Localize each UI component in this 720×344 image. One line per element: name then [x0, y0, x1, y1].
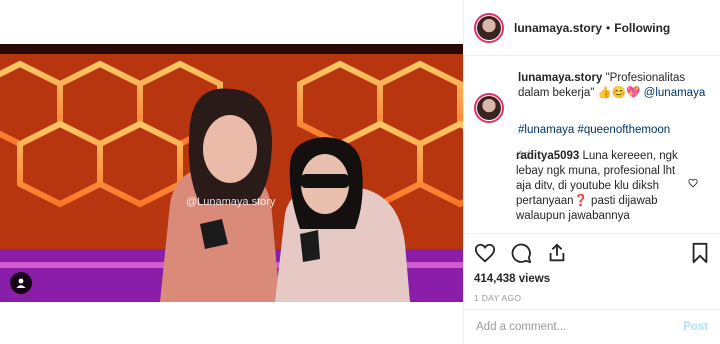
view-count[interactable]: 414,438 views [474, 273, 710, 285]
post-comment-button[interactable]: Post [683, 321, 708, 333]
share-icon[interactable] [546, 242, 568, 264]
comment-text: raditya5093 Luna kereeen, ngk lebay ngk … [516, 149, 691, 232]
video-player[interactable]: @Lunamaya.story [0, 44, 463, 302]
caption-avatar[interactable] [474, 93, 504, 123]
like-icon[interactable] [474, 242, 496, 264]
comment-input[interactable] [476, 321, 684, 333]
post-timestamp[interactable]: 1 DAY AGO [474, 293, 710, 303]
following-button[interactable]: Following [614, 21, 670, 35]
user-icon [16, 278, 26, 288]
comments-section: lunamaya.story "Profesionalitas dalam be… [464, 57, 720, 232]
tagged-users-button[interactable] [10, 272, 32, 294]
comment-item: raditya5093 Luna kereeen, ngk lebay ngk … [474, 150, 708, 232]
comment-like-icon[interactable] [688, 177, 698, 191]
author-username[interactable]: lunamaya.story [514, 21, 602, 35]
caption-hashtags[interactable]: #lunamaya #queenofthemoon [518, 123, 708, 138]
author-avatar[interactable] [474, 12, 504, 43]
post-header: lunamaya.story • Following [464, 0, 720, 56]
post-details-panel: lunamaya.story • Following lunamaya.stor… [463, 0, 720, 344]
action-icons [474, 240, 710, 266]
post-media: @Lunamaya.story [0, 0, 463, 344]
add-comment-bar: Post [464, 309, 720, 344]
comment-icon[interactable] [510, 242, 532, 264]
people-silhouettes [160, 88, 410, 302]
commenter-username[interactable]: raditya5093 [516, 150, 579, 162]
post-actions: 414,438 views 1 DAY AGO [464, 233, 720, 303]
video-watermark: @Lunamaya.story [186, 196, 276, 208]
caption-username[interactable]: lunamaya.story [518, 72, 602, 84]
header-separator: • [606, 20, 611, 35]
caption-mention[interactable]: @lunamaya [644, 87, 706, 99]
bookmark-icon[interactable] [690, 242, 710, 264]
